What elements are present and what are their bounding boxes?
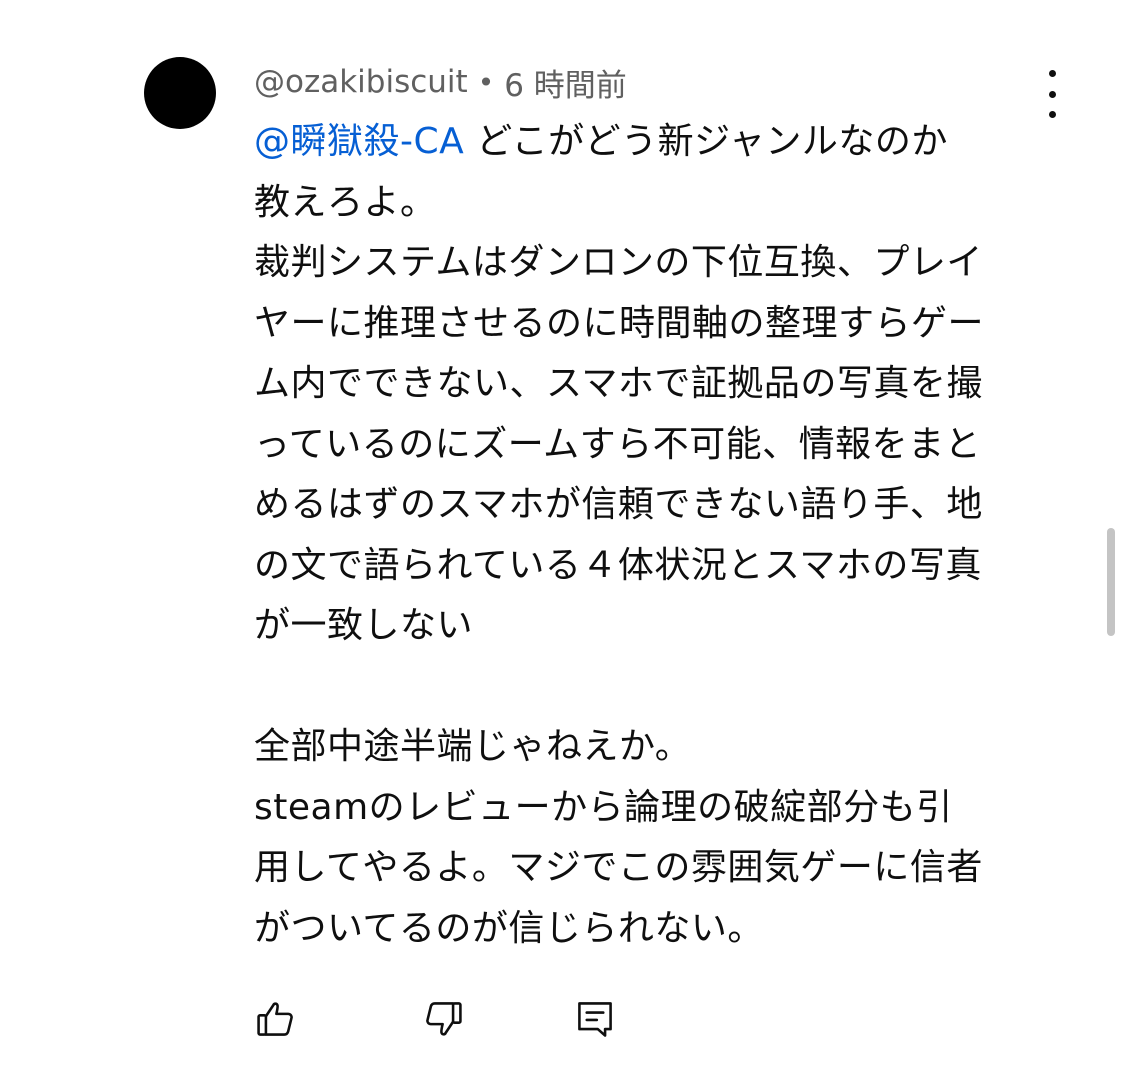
- author-name[interactable]: @ozakibiscuit: [254, 64, 468, 100]
- scrollbar-thumb[interactable]: [1107, 528, 1115, 636]
- menu-dot: [1048, 70, 1056, 77]
- comment-line: @瞬獄殺-CA どこがどう新ジャンルなのか: [254, 112, 1054, 173]
- comment-header: @ozakibiscuit • 6 時間前: [254, 60, 627, 104]
- comment-line: がついてるのが信じられない。: [254, 907, 764, 949]
- comment-body: @瞬獄殺-CA どこがどう新ジャンルなのか 教えろよ。 裁判システムはダンロンの…: [254, 112, 1054, 959]
- comment-line: めるはずのスマホが信頼できない語り手、地: [254, 484, 983, 525]
- reply-button[interactable]: [572, 996, 618, 1042]
- comment-line: 全部中途半端じゃねえか。: [254, 726, 692, 767]
- mention-link[interactable]: @瞬獄殺-CA: [254, 121, 464, 162]
- comment-line: ヤーに推理させるのに時間軸の整理すらゲー: [254, 302, 985, 344]
- comment-line: 用してやるよ。マジでこの雰囲気ゲーに信者: [254, 847, 983, 888]
- comment-line-text: どこがどう新ジャンルなのか: [476, 121, 948, 162]
- meta-separator: •: [477, 65, 495, 99]
- menu-dot: [1048, 90, 1056, 98]
- reply-comment-icon: [578, 1002, 612, 1037]
- more-vertical-icon[interactable]: [1032, 70, 1072, 118]
- comment-line: の文で語られている４体状況とスマホの写真: [254, 544, 982, 586]
- like-button[interactable]: [253, 996, 299, 1042]
- comment-line: steamのレビューから論理の破綻部分も引: [254, 786, 953, 828]
- avatar[interactable]: [144, 57, 216, 129]
- thumbs-up-icon: [257, 1002, 293, 1036]
- comment-line: ム内でできない、スマホで証拠品の写真を撮: [254, 363, 983, 404]
- comment-line: が一致しない: [254, 605, 474, 646]
- comment-line: っているのにズームすら不可能、情報をまと: [254, 423, 982, 465]
- comment-line: 裁判システムはダンロンの下位互換、プレイ: [254, 242, 983, 283]
- comment-line: 教えろよ。: [254, 181, 437, 223]
- comment-timestamp[interactable]: 6 時間前: [504, 60, 627, 105]
- thumbs-down-icon: [426, 1002, 462, 1036]
- dislike-button[interactable]: [420, 996, 466, 1042]
